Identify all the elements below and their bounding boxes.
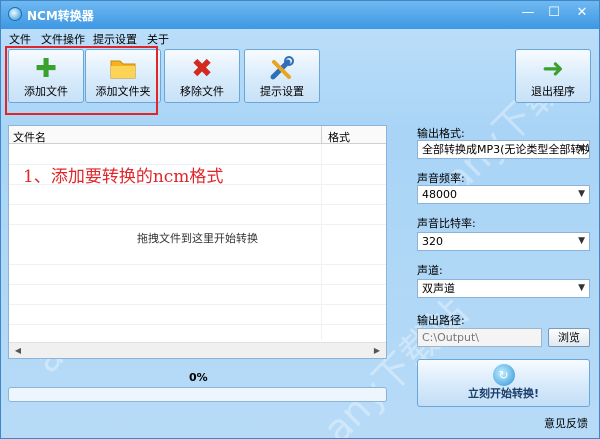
drop-hint: 拖拽文件到这里开始转换 xyxy=(137,232,258,245)
output-path-input[interactable]: C:\Output\ xyxy=(417,328,542,347)
bitrate-value: 320 xyxy=(422,235,443,248)
grid-line xyxy=(9,204,386,205)
sample-rate-value: 48000 xyxy=(422,188,457,201)
chevron-down-icon: ▼ xyxy=(578,283,585,293)
bitrate-label: 声音比特率: xyxy=(417,217,476,230)
refresh-icon: ↻ xyxy=(492,364,515,386)
feedback-link[interactable]: 意见反馈 xyxy=(544,415,588,431)
chevron-down-icon: ▼ xyxy=(578,144,585,154)
menu-file-operations[interactable]: 文件操作 xyxy=(41,31,85,47)
progress-percent: 0% xyxy=(189,371,208,384)
progress-bar xyxy=(8,387,387,402)
exit-button[interactable]: ➜ 退出程序 xyxy=(515,49,591,103)
tools-icon xyxy=(268,56,296,82)
file-list-header: 文件名 格式 xyxy=(9,126,386,144)
channel-label: 声道: xyxy=(417,264,443,277)
sample-rate-label: 声音频率: xyxy=(417,172,465,185)
grid-line xyxy=(9,284,386,285)
hint-settings-button[interactable]: 提示设置 xyxy=(244,49,320,103)
menu-file[interactable]: 文件 xyxy=(9,31,31,47)
close-button[interactable]: ✕ xyxy=(569,4,595,22)
remove-file-label: 移除文件 xyxy=(180,85,224,98)
chevron-down-icon: ▼ xyxy=(578,189,585,199)
start-conversion-button[interactable]: ↻ 立刻开始转换! xyxy=(417,359,590,407)
exit-label: 退出程序 xyxy=(531,85,575,98)
horizontal-scrollbar[interactable]: ◀ ▶ xyxy=(9,342,386,358)
column-divider[interactable] xyxy=(321,126,322,144)
file-list[interactable]: 文件名 格式 1、添加要转换的ncm格式 拖拽文件到这里开始转换 ◀ ▶ xyxy=(8,125,387,359)
app-window: any下载站 any下载站 any下载站 any下载站 NCM转换器 — ☐ ✕… xyxy=(0,0,600,439)
menu-hint-settings[interactable]: 提示设置 xyxy=(93,31,137,47)
grid-line xyxy=(9,304,386,305)
x-icon: ✖ xyxy=(191,54,213,84)
hint-settings-label: 提示设置 xyxy=(260,85,304,98)
start-conversion-label: 立刻开始转换! xyxy=(467,387,540,400)
grid-line xyxy=(9,324,386,325)
bitrate-select[interactable]: 320 ▼ xyxy=(417,232,590,251)
chevron-down-icon: ▼ xyxy=(578,236,585,246)
title-bar[interactable]: NCM转换器 — ☐ ✕ xyxy=(1,1,599,29)
minimize-button[interactable]: — xyxy=(515,4,541,22)
grid-line xyxy=(9,224,386,225)
arrow-right-icon: ➜ xyxy=(542,54,564,84)
app-logo-icon xyxy=(8,7,22,21)
menu-about[interactable]: 关于 xyxy=(147,31,169,47)
annotation-text: 1、添加要转换的ncm格式 xyxy=(23,167,224,187)
channel-select[interactable]: 双声道 ▼ xyxy=(417,279,590,298)
menu-bar: 文件 文件操作 提示设置 关于 xyxy=(1,29,599,47)
output-format-label: 输出格式: xyxy=(417,127,465,140)
grid-line xyxy=(9,264,386,265)
browse-button[interactable]: 浏览 xyxy=(548,328,590,347)
output-format-select[interactable]: 全部转换成MP3(无论类型全部转换 ▼ xyxy=(417,140,590,159)
column-header-filename[interactable]: 文件名 xyxy=(13,129,46,145)
remove-file-button[interactable]: ✖ 移除文件 xyxy=(164,49,240,103)
annotation-highlight-box xyxy=(5,46,158,115)
window-title: NCM转换器 xyxy=(27,9,94,23)
maximize-button[interactable]: ☐ xyxy=(541,4,567,22)
scroll-right-icon[interactable]: ▶ xyxy=(370,345,384,357)
output-format-value: 全部转换成MP3(无论类型全部转换 xyxy=(422,143,590,156)
output-path-label: 输出路径: xyxy=(417,314,465,327)
column-header-format[interactable]: 格式 xyxy=(328,129,350,145)
channel-value: 双声道 xyxy=(422,282,455,295)
sample-rate-select[interactable]: 48000 ▼ xyxy=(417,185,590,204)
scroll-left-icon[interactable]: ◀ xyxy=(11,345,25,357)
